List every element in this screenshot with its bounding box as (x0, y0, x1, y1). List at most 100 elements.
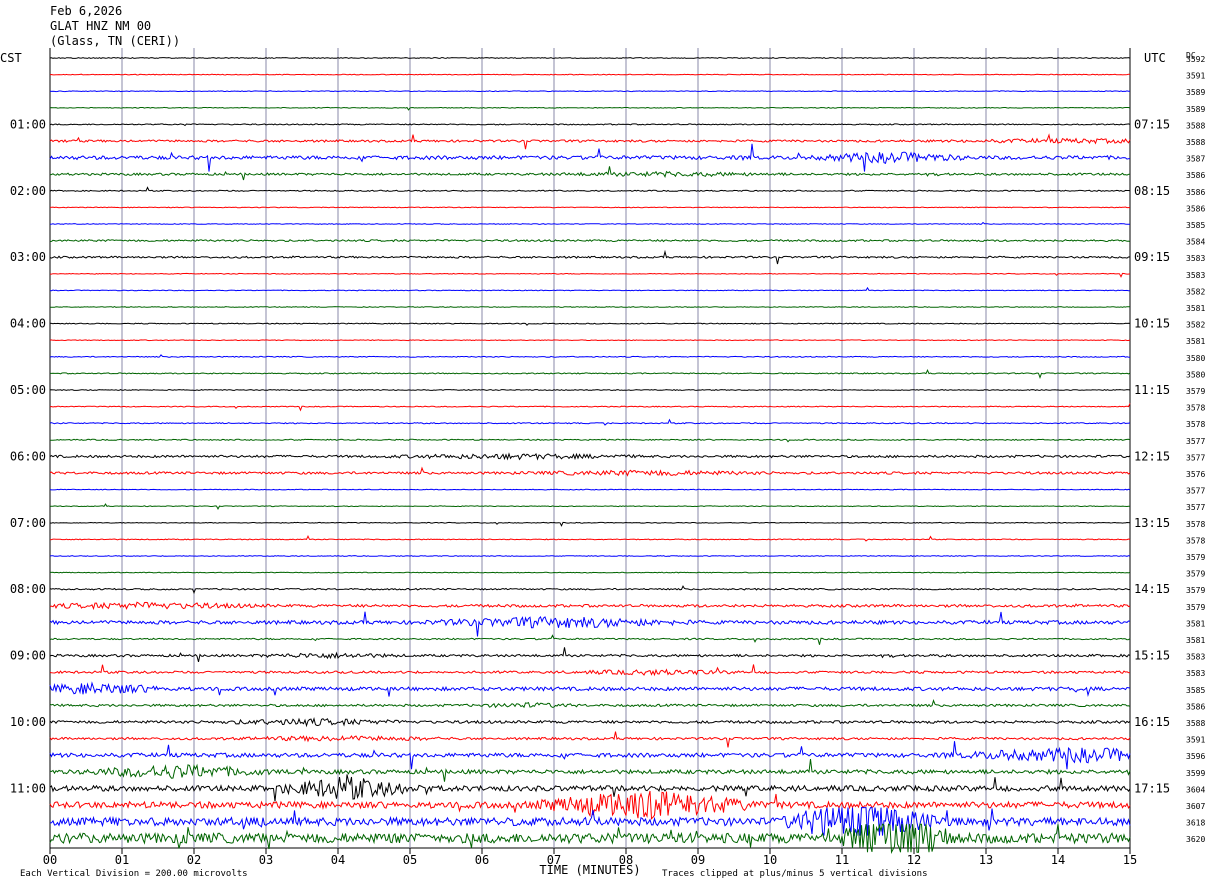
seismic-trace (49, 716, 1131, 728)
x-tick-label: 13 (979, 853, 993, 867)
seismic-trace (49, 731, 1131, 748)
right-hour-label: 16:15 (1134, 715, 1170, 729)
seismic-trace (49, 681, 1131, 697)
seismic-trace (49, 535, 1131, 542)
dc-offset-label: 3586 (1186, 188, 1205, 197)
left-hour-label: 07:00 (10, 516, 46, 530)
dc-offset-label: 3607 (1186, 802, 1205, 811)
seismic-trace (49, 249, 1131, 265)
dc-offset-label: 3579 (1186, 586, 1205, 595)
dc-offset-label: 3585 (1186, 221, 1205, 230)
x-tick-label: 09 (691, 853, 705, 867)
seismic-trace (49, 389, 1131, 391)
x-tick-label: 04 (331, 853, 345, 867)
dc-offset-label: 3579 (1186, 570, 1205, 579)
seismic-trace (49, 466, 1131, 477)
dc-header-label: DC (1186, 51, 1196, 60)
x-tick-label: 14 (1051, 853, 1065, 867)
right-timezone-label: UTC (1144, 51, 1166, 65)
seismic-trace (49, 488, 1131, 491)
left-hour-label: 10:00 (10, 715, 46, 729)
dc-offset-label: 3584 (1186, 238, 1205, 247)
dc-offset-label: 3585 (1186, 686, 1205, 695)
dc-offset-label: 3587 (1186, 155, 1205, 164)
dc-offset-label: 3576 (1186, 470, 1205, 479)
dc-offset-label: 3577 (1186, 437, 1205, 446)
dc-offset-label: 3581 (1186, 337, 1205, 346)
seismic-trace (49, 664, 1131, 677)
seismic-trace (49, 741, 1131, 770)
dc-offset-label: 3591 (1186, 736, 1205, 745)
seismic-trace (49, 186, 1131, 192)
seismic-trace (49, 221, 1130, 225)
seismic-trace (49, 634, 1131, 645)
x-tick-label: 00 (43, 853, 57, 867)
right-hour-label: 13:15 (1134, 516, 1170, 530)
left-hour-label: 03:00 (10, 250, 46, 264)
dc-offset-label: 3599 (1186, 769, 1205, 778)
dc-offset-label: 3583 (1186, 254, 1205, 263)
right-hour-label: 12:15 (1134, 449, 1170, 463)
x-tick-label: 11 (835, 853, 849, 867)
dc-offset-label: 3586 (1186, 702, 1205, 711)
dc-offset-label: 3589 (1186, 88, 1205, 97)
left-timezone-label: CST (0, 51, 22, 65)
dc-offset-label: 3583 (1186, 669, 1205, 678)
seismic-trace (49, 57, 1131, 59)
dc-offset-label: 3586 (1186, 204, 1205, 213)
seismic-trace (49, 354, 1131, 358)
dc-offset-label: 3596 (1186, 752, 1205, 761)
left-hour-label: 04:00 (10, 317, 46, 331)
dc-offset-label: 3580 (1186, 370, 1205, 379)
dc-offset-label: 3582 (1186, 321, 1205, 330)
seismic-trace (50, 306, 1131, 308)
dc-offset-label: 3577 (1186, 453, 1205, 462)
right-hour-label: 08:15 (1134, 184, 1170, 198)
left-hour-label: 08:00 (10, 582, 46, 596)
dc-offset-label: 3583 (1186, 653, 1205, 662)
seismic-trace (49, 106, 1131, 111)
left-hour-label: 02:00 (10, 184, 46, 198)
dc-offset-label: 3589 (1186, 105, 1205, 114)
seismic-trace (49, 166, 1131, 181)
left-hour-label: 09:00 (10, 649, 46, 663)
dc-offset-label: 3578 (1186, 520, 1205, 529)
right-hour-label: 11:15 (1134, 383, 1170, 397)
helicorder-plot: 00 01 02 03 04 05 06 07 08 09 10 11 12 13 14 1535923591… (0, 48, 1205, 879)
x-tick-label: 15 (1123, 853, 1137, 867)
dc-offset-label: 3578 (1186, 536, 1205, 545)
seismic-trace (49, 774, 1131, 802)
dc-offset-label: 3581 (1186, 619, 1205, 628)
seismic-trace (49, 73, 1131, 76)
x-tick-label: 06 (475, 853, 489, 867)
left-hour-label: 05:00 (10, 383, 46, 397)
x-tick-label: 02 (187, 853, 201, 867)
seismic-trace (49, 503, 1131, 510)
seismic-trace (49, 601, 1131, 611)
seismic-trace (49, 206, 1131, 209)
seismic-trace (49, 286, 1130, 292)
right-hour-label: 17:15 (1134, 781, 1170, 795)
dc-offset-label: 3581 (1186, 636, 1205, 645)
dc-offset-label: 3588 (1186, 138, 1205, 147)
dc-offset-label: 3583 (1186, 271, 1205, 280)
seismic-trace (49, 790, 1131, 820)
dc-offset-label: 3604 (1186, 785, 1205, 794)
dc-offset-label: 3582 (1186, 287, 1205, 296)
seismic-traces (49, 57, 1131, 855)
left-hour-label: 01:00 (10, 117, 46, 131)
seismic-trace (49, 239, 1131, 243)
dc-offset-label: 3579 (1186, 387, 1205, 396)
x-tick-label: 03 (259, 853, 273, 867)
right-hour-label: 07:15 (1134, 117, 1170, 131)
x-tick-label: 12 (907, 853, 921, 867)
seismic-trace (49, 123, 1131, 127)
seismic-trace (49, 571, 1131, 574)
dc-offset-label: 3588 (1186, 719, 1205, 728)
right-hour-label: 15:15 (1134, 649, 1170, 663)
x-tick-label: 01 (115, 853, 129, 867)
dc-offset-label: 3577 (1186, 503, 1205, 512)
right-hour-label: 14:15 (1134, 582, 1170, 596)
seismic-trace (49, 90, 1130, 93)
seismic-trace (50, 368, 1131, 379)
